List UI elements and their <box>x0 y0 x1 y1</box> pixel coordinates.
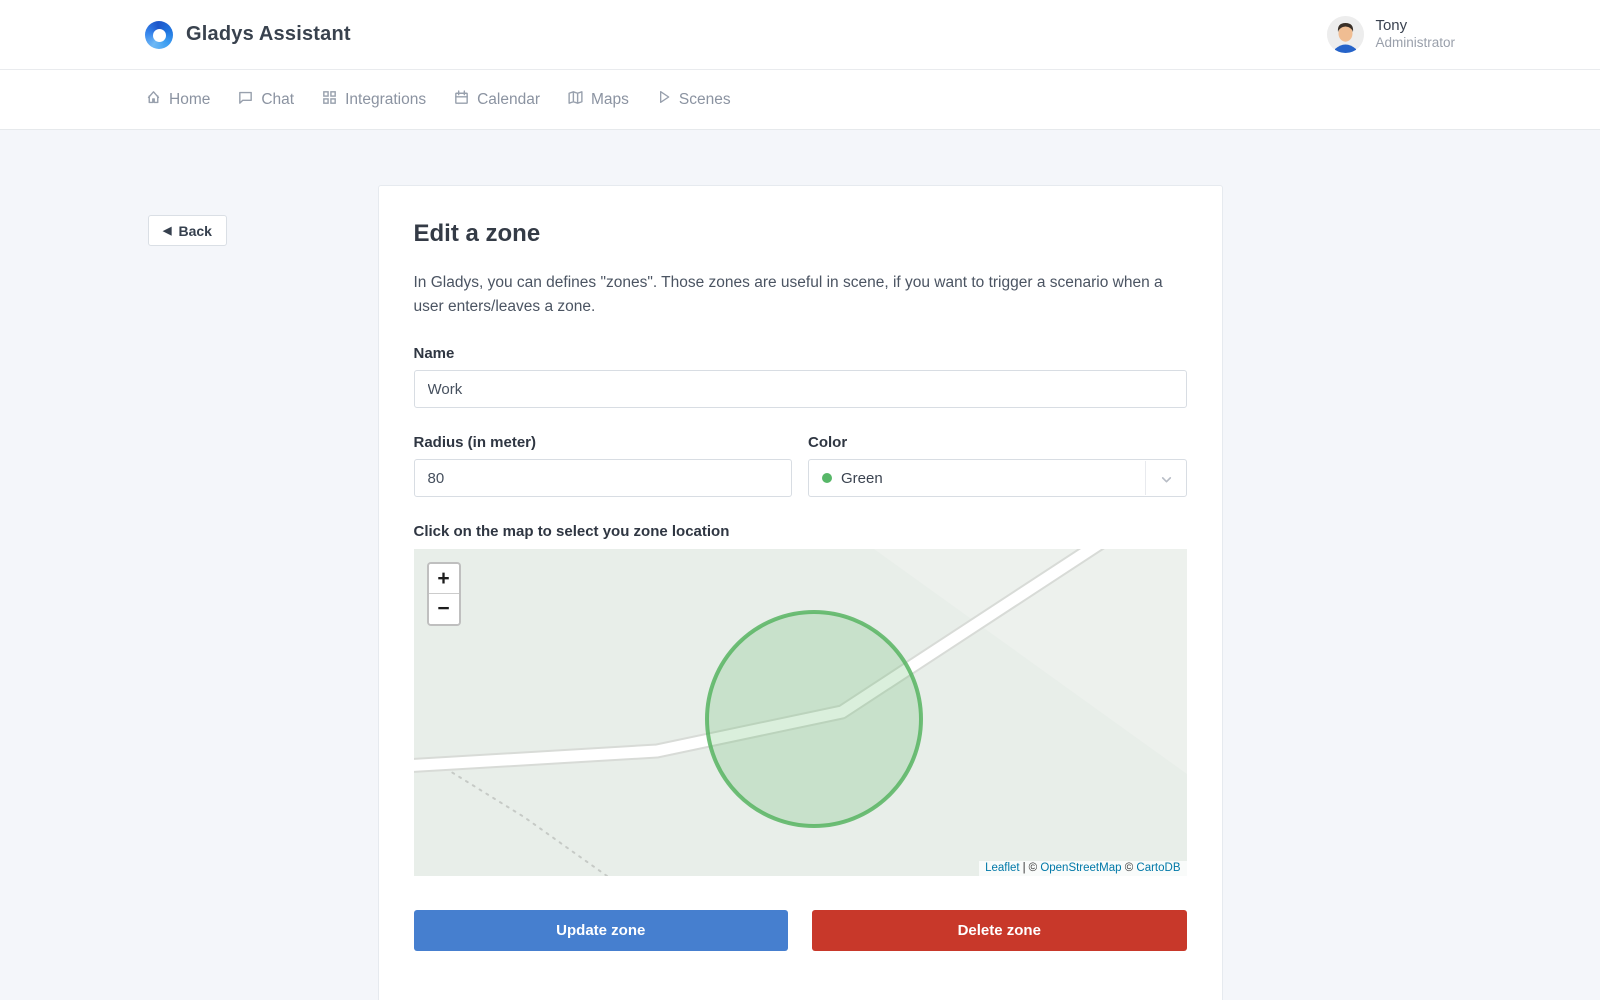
radius-label: Radius (in meter) <box>414 434 793 451</box>
nav-label: Calendar <box>477 91 540 109</box>
zoom-out-button[interactable]: − <box>429 594 459 624</box>
zone-description: In Gladys, you can defines "zones". Thos… <box>414 271 1174 319</box>
select-divider <box>1145 461 1146 495</box>
zone-circle <box>707 612 921 826</box>
nav-label: Chat <box>261 91 294 109</box>
calendar-icon <box>453 89 470 111</box>
user-name: Tony <box>1375 17 1455 36</box>
copyright-symbol: © <box>1029 862 1037 874</box>
copyright-symbol: © <box>1125 862 1133 874</box>
name-label: Name <box>414 345 1187 362</box>
nav-item-maps[interactable]: Maps <box>567 89 629 111</box>
grid-icon <box>321 89 338 111</box>
user-role: Administrator <box>1375 35 1455 52</box>
home-icon <box>145 89 162 111</box>
back-button[interactable]: ◀ Back <box>148 215 227 246</box>
zone-name-input[interactable] <box>414 370 1187 408</box>
nav-label: Scenes <box>679 91 731 109</box>
zoom-in-button[interactable]: + <box>429 564 459 594</box>
nav-item-home[interactable]: Home <box>145 89 210 111</box>
map-instruction-label: Click on the map to select you zone loca… <box>414 523 1187 540</box>
color-label: Color <box>808 434 1187 451</box>
cartodb-link[interactable]: CartoDB <box>1136 862 1180 874</box>
nav-item-scenes[interactable]: Scenes <box>656 89 731 110</box>
nav-item-integrations[interactable]: Integrations <box>321 89 426 111</box>
chat-icon <box>237 89 254 111</box>
play-icon <box>656 89 672 110</box>
chevron-down-icon <box>1160 473 1173 491</box>
delete-zone-button[interactable]: Delete zone <box>812 910 1187 951</box>
gladys-logo-icon <box>145 21 173 49</box>
update-zone-button[interactable]: Update zone <box>414 910 789 951</box>
green-color-dot-icon <box>822 473 832 483</box>
map-tiles <box>414 549 1187 876</box>
map-icon <box>567 89 584 111</box>
main-nav: Home Chat Integrations Calendar Maps <box>0 70 1600 130</box>
user-menu[interactable]: Tony Administrator <box>1327 16 1455 53</box>
leaflet-link[interactable]: Leaflet <box>985 862 1020 874</box>
map-attribution: Leaflet|© OpenStreetMap © CartoDB <box>979 861 1186 876</box>
nav-label: Maps <box>591 91 629 109</box>
zone-radius-input[interactable] <box>414 459 793 497</box>
back-arrow-icon: ◀ <box>163 224 171 237</box>
nav-label: Home <box>169 91 210 109</box>
app-header: Gladys Assistant Tony Administrator <box>0 0 1600 70</box>
app-title: Gladys Assistant <box>186 23 351 46</box>
edit-zone-card: Edit a zone In Gladys, you can defines "… <box>378 185 1223 1000</box>
openstreetmap-link[interactable]: OpenStreetMap <box>1040 862 1121 874</box>
app-brand[interactable]: Gladys Assistant <box>145 21 351 49</box>
color-select-value: Green <box>841 470 883 487</box>
color-select[interactable]: Green <box>808 459 1187 497</box>
avatar <box>1327 16 1364 53</box>
back-button-label: Back <box>178 223 211 239</box>
page-title: Edit a zone <box>414 220 1187 248</box>
nav-item-calendar[interactable]: Calendar <box>453 89 540 111</box>
zone-map[interactable]: + − Leaflet|© OpenStreetMap © CartoDB <box>414 549 1187 876</box>
nav-label: Integrations <box>345 91 426 109</box>
map-zoom-control: + − <box>427 562 461 626</box>
attribution-separator: | <box>1023 862 1026 874</box>
nav-item-chat[interactable]: Chat <box>237 89 294 111</box>
